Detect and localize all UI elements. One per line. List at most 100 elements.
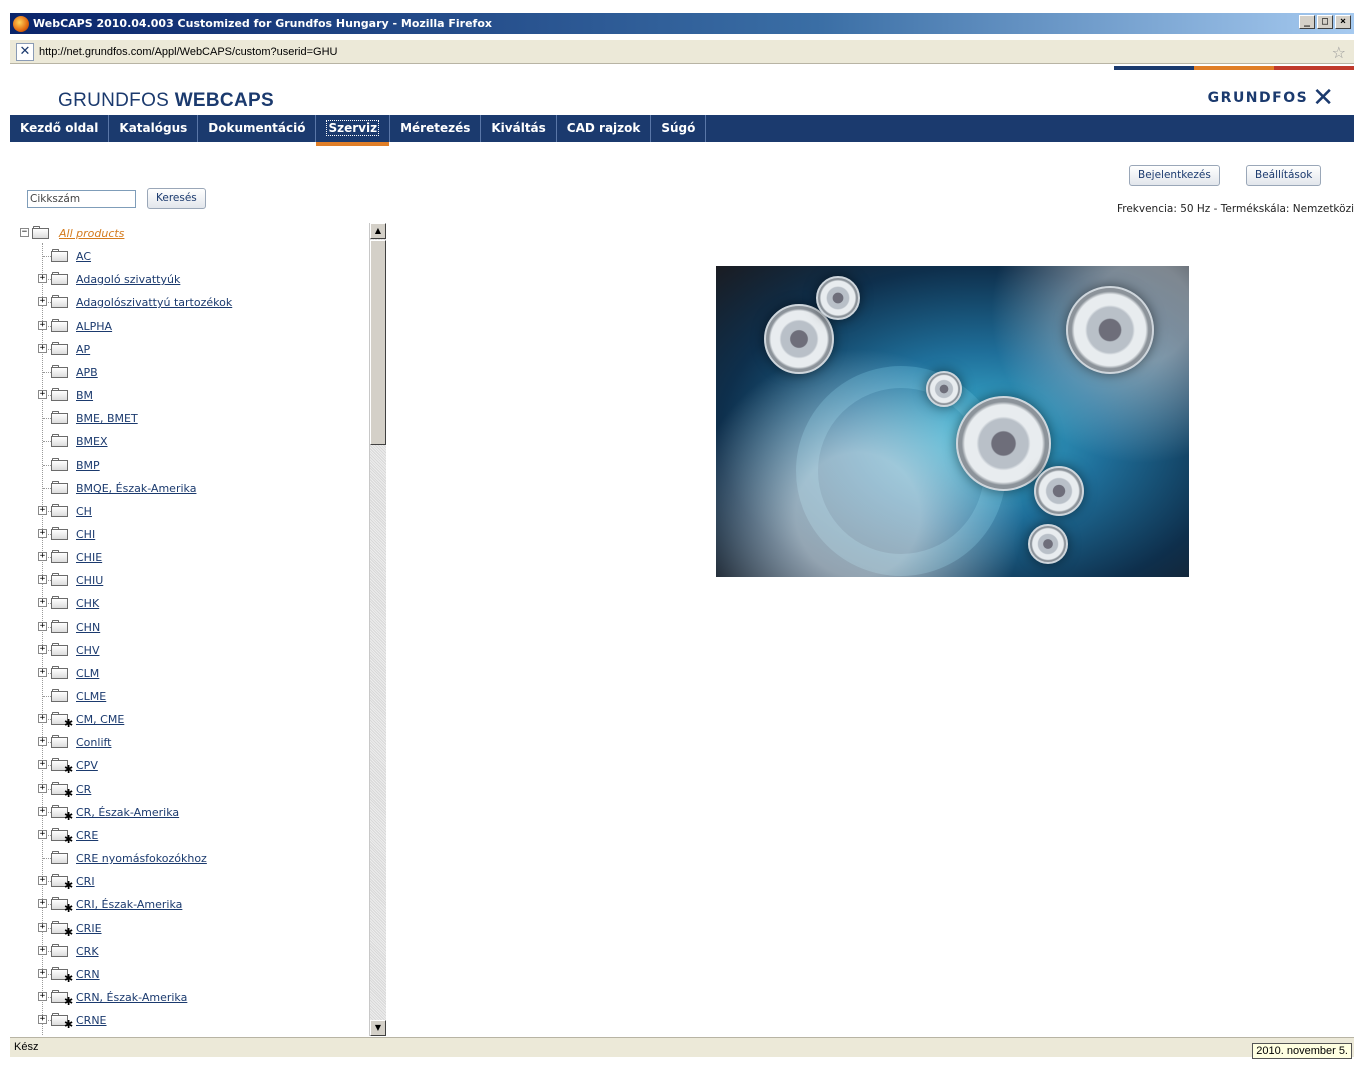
expand-icon[interactable]: + — [38, 598, 47, 607]
expand-icon[interactable]: + — [38, 622, 47, 631]
tree-item-link[interactable]: CR — [76, 783, 91, 796]
search-button[interactable]: Keresés — [147, 188, 206, 209]
maximize-button[interactable]: □ — [1317, 15, 1333, 29]
tree-item-link[interactable]: CHN — [76, 621, 100, 634]
tree-item-link[interactable]: ALPHA — [76, 320, 112, 333]
expand-icon[interactable]: + — [38, 297, 47, 306]
expand-icon[interactable]: + — [38, 946, 47, 955]
nav-item-label: CAD rajzok — [566, 121, 641, 135]
expand-icon[interactable]: + — [38, 784, 47, 793]
tree-item: + ✱ CPV — [10, 755, 365, 775]
nav-item-7[interactable]: Súgó — [651, 115, 707, 142]
tree-item-link[interactable]: CRN, Észak-Amerika — [76, 991, 187, 1004]
expand-icon[interactable]: + — [38, 876, 47, 885]
scroll-thumb[interactable] — [370, 240, 386, 445]
tree-item-link[interactable]: CRI, Észak-Amerika — [76, 898, 182, 911]
expand-icon[interactable]: + — [38, 1015, 47, 1024]
tree-item-link[interactable]: Adagolószivattyú tartozékok — [76, 296, 232, 309]
expand-icon[interactable]: + — [38, 992, 47, 1001]
nav-item-1[interactable]: Katalógus — [109, 115, 199, 142]
tree-item: + CHIE — [10, 547, 365, 567]
expand-icon[interactable]: + — [38, 899, 47, 908]
tree-item-link[interactable]: CR, Észak-Amerika — [76, 806, 179, 819]
expand-icon[interactable]: + — [38, 506, 47, 515]
tree-item-link[interactable]: CHIE — [76, 551, 102, 564]
url-field[interactable]: http://net.grundfos.com/Appl/WebCAPS/cus… — [39, 46, 337, 58]
tree-item-link[interactable]: CRI — [76, 875, 95, 888]
tree-item-link[interactable]: CRNE — [76, 1014, 107, 1027]
folder-icon — [51, 272, 69, 285]
expand-icon[interactable]: + — [38, 390, 47, 399]
nav-item-3[interactable]: Szerviz — [316, 115, 391, 146]
expand-icon[interactable]: + — [38, 645, 47, 654]
tree-root-link[interactable]: All products — [59, 227, 124, 240]
grundfos-logo-text: GRUNDFOS — [1207, 90, 1309, 106]
tree-item-link[interactable]: BMP — [76, 459, 100, 472]
tree-item-link[interactable]: CRE — [76, 829, 98, 842]
nav-item-4[interactable]: Méretezés — [390, 115, 482, 142]
search-input[interactable]: Cikkszám — [27, 190, 136, 208]
expand-icon[interactable]: + — [38, 969, 47, 978]
tree-item-link[interactable]: BMQE, Észak-Amerika — [76, 482, 196, 495]
expand-icon[interactable]: + — [38, 321, 47, 330]
expand-icon[interactable]: + — [38, 923, 47, 932]
star-icon[interactable]: ☆ — [1332, 43, 1346, 62]
grundfos-logo[interactable]: GRUNDFOS ✕ — [1207, 85, 1334, 111]
tree-item-link[interactable]: Conlift — [76, 736, 112, 749]
special-marker-icon: ✱ — [64, 763, 74, 776]
tree-item-link[interactable]: CHV — [76, 644, 99, 657]
tree-item-link[interactable]: CRIE — [76, 922, 102, 935]
tree-scrollbar[interactable]: ▲ ▼ — [369, 223, 386, 1036]
tree-item: + CRK — [10, 941, 365, 961]
special-marker-icon: ✱ — [64, 833, 74, 846]
tree-item-link[interactable]: CRK — [76, 945, 99, 958]
nav-item-5[interactable]: Kiváltás — [481, 115, 557, 142]
tree-item-link[interactable]: CH — [76, 505, 92, 518]
tree-item-link[interactable]: Adagoló szivattyúk — [76, 273, 180, 286]
folder-icon — [51, 689, 69, 702]
tree-item-link[interactable]: CRN — [76, 968, 100, 981]
tree-item-link[interactable]: AP — [76, 343, 90, 356]
collapse-icon[interactable]: − — [20, 228, 29, 237]
tree-item-link[interactable]: CM, CME — [76, 713, 124, 726]
tree-item-link[interactable]: AC — [76, 250, 91, 263]
scroll-up-arrow-icon[interactable]: ▲ — [370, 223, 386, 239]
product-tree: − All products AC + Adagoló szivattyúk + Ada… — [10, 223, 370, 1035]
settings-button[interactable]: Beállítások — [1246, 165, 1322, 186]
tree-item: APB — [10, 362, 365, 382]
scroll-down-arrow-icon[interactable]: ▼ — [370, 1020, 386, 1036]
special-marker-icon: ✱ — [64, 1018, 74, 1031]
tree-item-link[interactable]: BM — [76, 389, 93, 402]
tree-item-link[interactable]: CHIU — [76, 574, 103, 587]
expand-icon[interactable]: + — [38, 807, 47, 816]
folder-icon — [51, 944, 69, 957]
expand-icon[interactable]: + — [38, 737, 47, 746]
expand-icon[interactable]: + — [38, 830, 47, 839]
nav-item-6[interactable]: CAD rajzok — [557, 115, 652, 142]
expand-icon[interactable]: + — [38, 529, 47, 538]
minimize-button[interactable]: _ — [1299, 15, 1315, 29]
tree-item-link[interactable]: BMEX — [76, 435, 108, 448]
tree-item-link[interactable]: CHI — [76, 528, 95, 541]
expand-icon[interactable]: + — [38, 668, 47, 677]
nav-item-label: Kezdő oldal — [20, 121, 99, 135]
tree-item-link[interactable]: APB — [76, 366, 98, 379]
tree-item-link[interactable]: CLME — [76, 690, 106, 703]
folder-icon — [51, 666, 69, 679]
tree-item-link[interactable]: CHK — [76, 597, 99, 610]
nav-item-0[interactable]: Kezdő oldal — [10, 115, 110, 142]
tree-item-link[interactable]: CLM — [76, 667, 99, 680]
login-button[interactable]: Bejelentkezés — [1129, 165, 1220, 186]
expand-icon[interactable]: + — [38, 344, 47, 353]
nav-item-2[interactable]: Dokumentáció — [198, 115, 317, 142]
tree-item-link[interactable]: CPV — [76, 759, 98, 772]
close-button[interactable]: × — [1335, 15, 1351, 29]
tree-item: CLME — [10, 686, 365, 706]
expand-icon[interactable]: + — [38, 575, 47, 584]
expand-icon[interactable]: + — [38, 760, 47, 769]
tree-item-link[interactable]: BME, BMET — [76, 412, 138, 425]
expand-icon[interactable]: + — [38, 714, 47, 723]
expand-icon[interactable]: + — [38, 552, 47, 561]
tree-item-link[interactable]: CRE nyomásfokozókhoz — [76, 852, 207, 865]
expand-icon[interactable]: + — [38, 274, 47, 283]
